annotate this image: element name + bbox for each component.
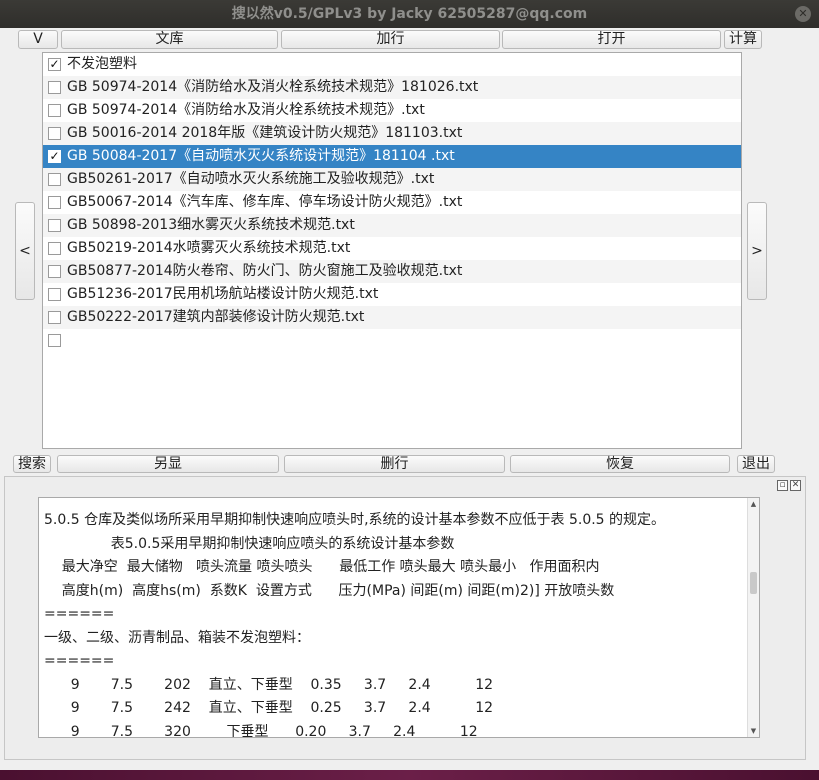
search-button[interactable]: 搜索	[13, 455, 51, 473]
window-title: 搜以然v0.5/GPLv3 by Jacky 62505287@qq.com	[231, 6, 588, 22]
checkbox[interactable]	[48, 311, 61, 324]
result-line: ======	[44, 653, 115, 669]
desktop-strip	[0, 770, 819, 780]
result-line: 9 7.5 242 直立、下垂型 0.25 3.7 2.4 12	[44, 700, 494, 716]
result-line: ======	[44, 606, 115, 622]
file-list[interactable]: ✓ 不发泡塑料 GB 50974-2014《消防给水及消火栓系统技术规范》18102…	[42, 52, 742, 449]
window-close-button[interactable]: ✕	[795, 6, 811, 22]
result-line: 9 7.5 320 下垂型 0.20 3.7 2.4 12	[44, 723, 478, 738]
list-item[interactable]: GB 50974-2014《消防给水及消火栓系统技术规范》.txt	[43, 99, 741, 122]
window-titlebar: 搜以然v0.5/GPLv3 by Jacky 62505287@qq.com ✕	[0, 0, 819, 28]
list-item-label: GB50067-2014《汽车库、修车库、停车场设计防火规范》.txt	[67, 194, 463, 210]
next-button[interactable]: >	[747, 202, 767, 300]
close-icon[interactable]: ✕	[790, 480, 801, 491]
list-item[interactable]: ✓ GB 50084-2017《自动喷水灭火系统设计规范》181104 .txt	[43, 145, 741, 168]
checkbox[interactable]	[48, 265, 61, 278]
list-item[interactable]: GB50219-2014水喷雾灭火系统技术规范.txt	[43, 237, 741, 260]
scroll-thumb[interactable]	[750, 572, 757, 594]
checkbox[interactable]	[48, 288, 61, 301]
restore-icon[interactable]: ▫	[777, 480, 788, 491]
list-item[interactable]: GB 50898-2013细水雾灭火系统技术规范.txt	[43, 214, 741, 237]
list-item-label: GB 50974-2014《消防给水及消火栓系统技术规范》181026.txt	[67, 79, 479, 95]
checkbox[interactable]	[48, 127, 61, 140]
list-item-label: GB50261-2017《自动喷水灭火系统施工及验收规范》.txt	[67, 171, 435, 187]
list-item[interactable]: ✓ 不发泡塑料	[43, 53, 741, 76]
result-line: 高度h(m) 高度hs(m) 系数K 设置方式 压力(MPa) 间距(m) 间距…	[44, 582, 615, 599]
result-panel: ▫ ✕ 5.0.5 仓库及类似场所采用早期抑制快速响应喷头时,系统的设计基本参数不…	[4, 476, 806, 760]
list-item-label: GB 50974-2014《消防给水及消火栓系统技术规范》.txt	[67, 102, 425, 118]
checkbox[interactable]	[48, 81, 61, 94]
v-button[interactable]: V	[18, 30, 58, 49]
restore-button[interactable]: 恢复	[510, 455, 730, 473]
result-textarea[interactable]: 5.0.5 仓库及类似场所采用早期抑制快速响应喷头时,系统的设计基本参数不应低于…	[38, 497, 760, 738]
list-item-label: GB 50084-2017《自动喷水灭火系统设计规范》181104 .txt	[67, 148, 455, 164]
result-line: 表5.0.5采用早期抑制快速响应喷头的系统设计基本参数	[44, 535, 455, 552]
checkbox[interactable]: ✓	[48, 150, 61, 163]
library-button[interactable]: 文库	[61, 30, 278, 49]
add-row-button[interactable]: 加行	[281, 30, 500, 49]
list-item[interactable]	[43, 329, 741, 352]
checkbox[interactable]	[48, 242, 61, 255]
checkbox[interactable]	[48, 104, 61, 117]
list-item[interactable]: GB50261-2017《自动喷水灭火系统施工及验收规范》.txt	[43, 168, 741, 191]
list-item-label: GB 50898-2013细水雾灭火系统技术规范.txt	[67, 217, 355, 233]
result-line: 最大净空 最大储物 喷头流量 喷头喷头 最低工作 喷头最大 喷头最小 作用面积内	[44, 559, 600, 575]
list-item[interactable]: GB50877-2014防火卷帘、防火门、防火窗施工及验收规范.txt	[43, 260, 741, 283]
list-item-label: GB 50016-2014 2018年版《建筑设计防火规范》181103.txt	[67, 125, 463, 141]
list-item-label: GB50877-2014防火卷帘、防火门、防火窗施工及验收规范.txt	[67, 263, 463, 279]
scroll-down-icon[interactable]: ▼	[748, 725, 759, 737]
result-scrollbar[interactable]: ▲ ▼	[747, 498, 759, 737]
scroll-up-icon[interactable]: ▲	[748, 498, 759, 510]
list-item[interactable]: GB 50016-2014 2018年版《建筑设计防火规范》181103.txt	[43, 122, 741, 145]
checkbox[interactable]	[48, 196, 61, 209]
list-item[interactable]: GB50222-2017建筑内部装修设计防火规范.txt	[43, 306, 741, 329]
open-button[interactable]: 打开	[502, 30, 721, 49]
checkbox[interactable]	[48, 334, 61, 347]
list-item-label: 不发泡塑料	[67, 56, 137, 72]
list-item-label: GB50219-2014水喷雾灭火系统技术规范.txt	[67, 240, 351, 256]
list-item-label: GB51236-2017民用机场航站楼设计防火规范.txt	[67, 286, 379, 302]
other-view-button[interactable]: 另显	[57, 455, 279, 473]
result-line: 9 7.5 202 直立、下垂型 0.35 3.7 2.4 12	[44, 676, 494, 693]
list-item[interactable]: GB51236-2017民用机场航站楼设计防火规范.txt	[43, 283, 741, 306]
list-item[interactable]: GB 50974-2014《消防给水及消火栓系统技术规范》181026.txt	[43, 76, 741, 99]
calc-button[interactable]: 计算	[724, 30, 762, 49]
result-text: 5.0.5 仓库及类似场所采用早期抑制快速响应喷头时,系统的设计基本参数不应低于…	[44, 509, 743, 738]
checkbox[interactable]: ✓	[48, 58, 61, 71]
exit-button[interactable]: 退出	[737, 455, 775, 473]
list-item-label: GB50222-2017建筑内部装修设计防火规范.txt	[67, 309, 365, 325]
list-item[interactable]: GB50067-2014《汽车库、修车库、停车场设计防火规范》.txt	[43, 191, 741, 214]
result-line: 5.0.5 仓库及类似场所采用早期抑制快速响应喷头时,系统的设计基本参数不应低于…	[44, 512, 666, 528]
delete-row-button[interactable]: 删行	[284, 455, 505, 473]
prev-button[interactable]: <	[15, 202, 35, 300]
dock-controls: ▫ ✕	[775, 480, 801, 491]
checkbox[interactable]	[48, 173, 61, 186]
result-line: 一级、二级、沥青制品、箱装不发泡塑料：	[44, 629, 310, 646]
checkbox[interactable]	[48, 219, 61, 232]
